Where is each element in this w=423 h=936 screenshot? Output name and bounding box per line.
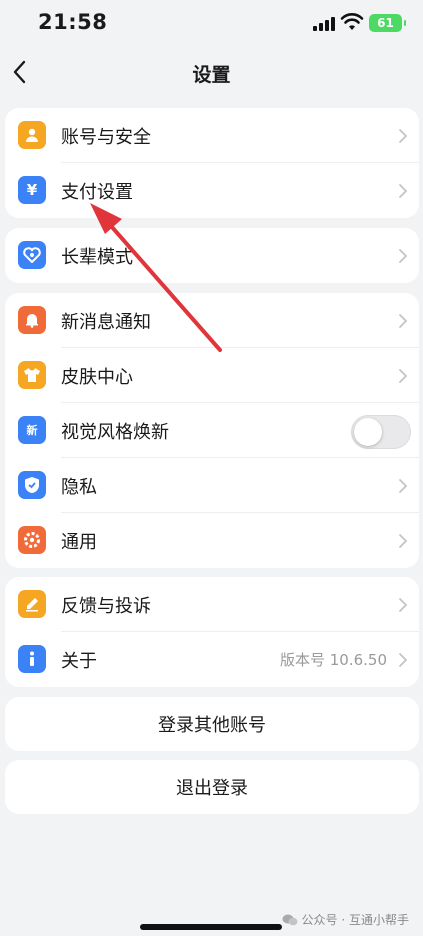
chevron-right-icon [399,653,408,667]
general-item[interactable]: 通用 [5,513,419,568]
notifications-item[interactable]: 新消息通知 [5,293,419,348]
chevron-right-icon [399,479,408,493]
home-indicator [140,924,282,930]
item-label: 反馈与投诉 [61,595,151,617]
status-bar: 21:58 61 [0,0,423,48]
general-group: 新消息通知 皮肤中心 新 视觉风格焕新 隐私 通用 [5,293,419,568]
item-label: 长辈模式 [61,246,133,268]
visual-style-item: 新 视觉风格焕新 [5,403,419,458]
chevron-right-icon [399,598,408,612]
shield-icon [18,471,46,499]
item-label: 账号与安全 [61,126,151,148]
chevron-right-icon [399,249,408,263]
chat-bubble-icon [282,914,298,925]
chevron-right-icon [399,129,408,143]
battery-indicator: 61 [369,14,406,32]
account-group: 账号与安全 ¥ 支付设置 [5,108,419,218]
about-item[interactable]: 关于 版本号 10.6.50 [5,632,419,687]
status-time: 21:58 [38,10,108,34]
elder-mode-group: 长辈模式 [5,228,419,283]
payment-settings-item[interactable]: ¥ 支付设置 [5,163,419,218]
switch-account-button[interactable]: 登录其他账号 [5,697,419,751]
page-title: 设置 [192,64,231,86]
skin-center-item[interactable]: 皮肤中心 [5,348,419,403]
item-label: 皮肤中心 [61,366,133,388]
feedback-item[interactable]: 反馈与投诉 [5,577,419,632]
heart-icon [18,241,46,269]
chevron-right-icon [399,314,408,328]
cellular-signal-icon [313,15,335,31]
chevron-right-icon [399,369,408,383]
version-value: 版本号 10.6.50 [279,651,387,669]
wifi-icon [340,13,364,30]
elder-mode-item[interactable]: 长辈模式 [5,228,419,283]
chevron-right-icon [399,534,408,548]
person-icon [18,121,46,149]
logout-button[interactable]: 退出登录 [5,760,419,814]
item-label: 视觉风格焕新 [61,421,169,443]
watermark: 公众号 · 互通小帮手 [282,911,409,928]
item-label: 关于 [61,650,97,672]
privacy-item[interactable]: 隐私 [5,458,419,513]
info-icon [18,645,46,673]
refresh-style-icon: 新 [18,416,46,444]
item-label: 新消息通知 [61,311,151,333]
shirt-icon [18,361,46,389]
item-label: 隐私 [61,476,97,498]
item-label: 支付设置 [61,181,133,203]
chevron-right-icon [399,184,408,198]
item-label: 通用 [61,531,97,553]
gear-icon [18,526,46,554]
yen-icon: ¥ [18,176,46,204]
account-security-item[interactable]: 账号与安全 [5,108,419,163]
support-group: 反馈与投诉 关于 版本号 10.6.50 [5,577,419,687]
watermark-text: 公众号 · 互通小帮手 [301,913,409,927]
bell-icon [18,306,46,334]
edit-icon [18,590,46,618]
visual-style-toggle[interactable] [351,415,411,449]
